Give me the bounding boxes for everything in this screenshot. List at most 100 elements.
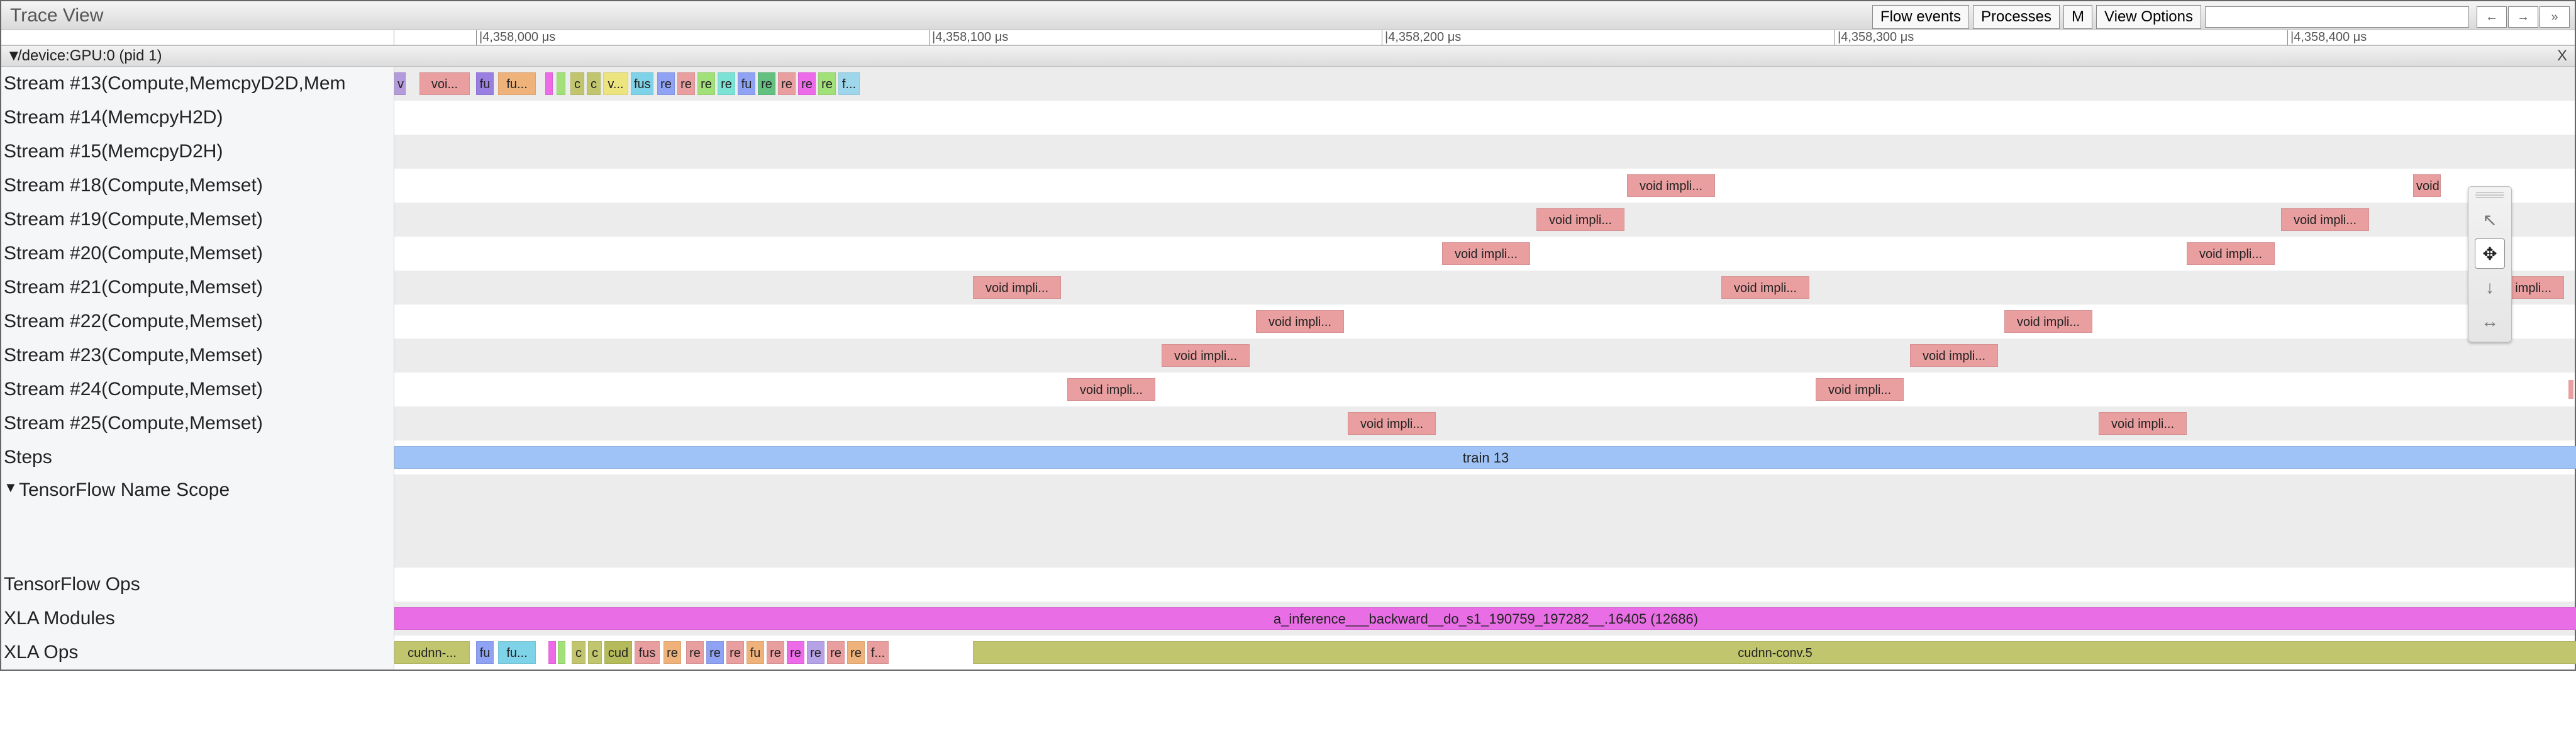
event-bar[interactable]: re: [787, 641, 804, 664]
event-bar[interactable]: [545, 72, 553, 95]
pointer-tool-icon[interactable]: ↖: [2475, 205, 2505, 235]
filter-input[interactable]: [2205, 6, 2469, 28]
track[interactable]: a_inference___backward__do_s1_190759_197…: [394, 602, 2575, 636]
chevron-down-icon[interactable]: ▼: [4, 479, 19, 496]
pan-tool-icon[interactable]: ✥: [2475, 238, 2505, 269]
track-label: XLA Modules: [1, 602, 394, 636]
tool-panel[interactable]: ↖ ✥ ↓ ↔: [2468, 186, 2512, 342]
zoom-horizontal-icon[interactable]: ↔: [2475, 306, 2505, 337]
event-bar[interactable]: void impli...: [1067, 378, 1155, 401]
track[interactable]: [394, 568, 2575, 602]
nav-forward-button[interactable]: →: [2508, 6, 2538, 28]
event-bar[interactable]: fus: [631, 72, 653, 95]
event-bar[interactable]: void impli...: [1256, 310, 1344, 333]
track-label: Stream #18(Compute,Memset): [1, 169, 394, 203]
track[interactable]: [394, 135, 2575, 169]
event-bar[interactable]: fu: [476, 641, 494, 664]
event-bar[interactable]: void impli...: [1162, 344, 1250, 367]
event-bar[interactable]: c: [570, 72, 584, 95]
event-bar[interactable]: void impli...: [1910, 344, 1998, 367]
event-bar[interactable]: fu: [738, 72, 755, 95]
event-bar[interactable]: re: [706, 641, 724, 664]
track[interactable]: void impli... void impli...: [394, 237, 2575, 271]
event-bar[interactable]: void impli...: [1442, 242, 1530, 265]
event-bar[interactable]: re: [697, 72, 715, 95]
event-bar[interactable]: c: [588, 641, 602, 664]
track[interactable]: train 13: [394, 440, 2575, 474]
event-bar[interactable]: v: [394, 72, 406, 95]
event-bar[interactable]: cud: [604, 641, 632, 664]
event-bar[interactable]: void impli...: [1816, 378, 1904, 401]
event-bar[interactable]: void impli...: [1536, 208, 1624, 231]
processes-button[interactable]: Processes: [1973, 5, 2060, 29]
flow-events-button[interactable]: Flow events: [1872, 5, 1969, 29]
event-bar[interactable]: [548, 641, 556, 664]
track[interactable]: [394, 101, 2575, 135]
m-button[interactable]: M: [2063, 5, 2092, 29]
event-bar[interactable]: re: [663, 641, 681, 664]
event-bar[interactable]: re: [726, 641, 744, 664]
nav-back-button[interactable]: ←: [2477, 6, 2507, 28]
view-options-button[interactable]: View Options: [2096, 5, 2201, 29]
track[interactable]: void impli... void impli...: [394, 203, 2575, 237]
event-bar[interactable]: re: [767, 641, 784, 664]
topbar-controls: Flow events Processes M View Options ← →…: [1872, 5, 2570, 29]
event-bar[interactable]: void impli...: [1721, 276, 1809, 299]
track[interactable]: void impli... void impli...: [394, 373, 2575, 406]
event-bar[interactable]: cudnn-conv.5: [973, 641, 2576, 664]
track-label[interactable]: ▼ TensorFlow Name Scope: [1, 474, 394, 568]
event-bar[interactable]: void impli...: [2099, 412, 2187, 435]
event-bar[interactable]: re: [827, 641, 845, 664]
event-bar[interactable]: a_inference___backward__do_s1_190759_197…: [394, 607, 2576, 630]
track[interactable]: void impli... void impli...: [394, 169, 2575, 203]
track[interactable]: [394, 474, 2575, 568]
event-bar[interactable]: void impli...: [2004, 310, 2092, 333]
event-bar[interactable]: void impli...: [2281, 208, 2369, 231]
event-bar[interactable]: fu...: [498, 72, 536, 95]
track[interactable]: cudnn-...fufu...cccudfusrerererefurerere…: [394, 636, 2575, 670]
event-bar[interactable]: voi...: [419, 72, 470, 95]
event-bar[interactable]: void impli...: [1348, 412, 1436, 435]
drag-handle-icon[interactable]: [2475, 192, 2504, 198]
event-bar[interactable]: re: [657, 72, 675, 95]
track[interactable]: vvoi...fufu...ccv...fusrerererefurererer…: [394, 67, 2575, 101]
event-bar[interactable]: re: [847, 641, 865, 664]
event-bar[interactable]: void impli...: [1627, 174, 1715, 197]
track[interactable]: void impli... void impli...: [394, 406, 2575, 440]
event-bar[interactable]: re: [758, 72, 775, 95]
event-bar[interactable]: fu: [476, 72, 494, 95]
event-bar[interactable]: void impli...: [973, 276, 1061, 299]
event-bar[interactable]: re: [677, 72, 695, 95]
event-bar[interactable]: re: [718, 72, 735, 95]
event-bar[interactable]: fu: [747, 641, 764, 664]
event-bar[interactable]: c: [572, 641, 586, 664]
event-bar[interactable]: c: [587, 72, 601, 95]
zoom-vertical-icon[interactable]: ↓: [2475, 272, 2505, 303]
event-bar[interactable]: cudnn-...: [394, 641, 470, 664]
event-bar[interactable]: [558, 641, 565, 664]
process-header[interactable]: ▼ /device:GPU:0 (pid 1) X: [1, 45, 2575, 67]
event-bar[interactable]: re: [778, 72, 796, 95]
event-bar[interactable]: f...: [838, 72, 860, 95]
event-bar[interactable]: re: [798, 72, 816, 95]
event-bar[interactable]: void impli...: [2187, 242, 2275, 265]
event-bar[interactable]: v...: [603, 72, 628, 95]
event-bar[interactable]: re: [818, 72, 836, 95]
event-bar[interactable]: void impli...: [2413, 174, 2441, 197]
chevron-down-icon[interactable]: ▼: [6, 47, 18, 65]
event-bar[interactable]: fus: [635, 641, 660, 664]
event-bar[interactable]: [557, 72, 565, 95]
ruler-tick: |4,358,300 μs: [1835, 30, 1914, 45]
nav-more-button[interactable]: »: [2540, 6, 2570, 28]
track-label: Stream #22(Compute,Memset): [1, 305, 394, 339]
track[interactable]: void impli... void impli...: [394, 305, 2575, 339]
event-bar[interactable]: fu...: [498, 641, 536, 664]
event-bar[interactable]: re: [686, 641, 704, 664]
track[interactable]: void impli...void impli...void impli...: [394, 271, 2575, 305]
event-bar[interactable]: f...: [867, 641, 889, 664]
event-bar[interactable]: train 13: [394, 446, 2576, 469]
event-bar[interactable]: re: [807, 641, 824, 664]
track[interactable]: void impli... void impli...: [394, 339, 2575, 373]
time-ruler[interactable]: |4,358,000 μs |4,358,100 μs |4,358,200 μ…: [394, 30, 2575, 45]
close-icon[interactable]: X: [2557, 47, 2567, 65]
